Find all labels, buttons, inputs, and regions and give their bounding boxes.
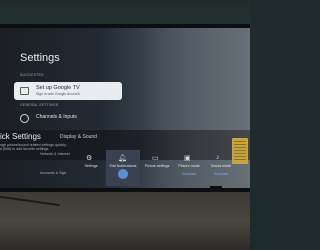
sidebar-item-channels-inputs[interactable]: Channels & Inputs [14,112,114,124]
setup-google-tv-card[interactable]: Set up Google TV Sign in with Google Acc… [14,82,122,100]
price-tag [232,138,248,164]
tag-lines [234,141,246,161]
edit-button[interactable] [118,169,128,179]
channels-label: Channels & Inputs [36,114,77,120]
setup-card-title: Set up Google TV [36,85,80,91]
section-label-suggested: SUGGESTED [20,73,44,77]
section-label-general: GENERAL SETTINGS [20,103,59,107]
tile-picture-settings[interactable]: ▭ Picture settings [140,150,174,186]
tile-edit-notifications[interactable]: 🔔︎ Edit Notifications [106,150,140,186]
setup-card-subtitle: Sign in with Google Account [36,92,80,96]
tile-label: Picture settings [144,164,170,168]
quick-settings-description: nge picture/sound related settings quick… [0,143,80,152]
tv-screen: Settings SUGGESTED Set up Google TV Sign… [0,28,250,188]
network-internet-item[interactable]: Network & Internet [40,152,70,156]
tile-value: Standard [213,172,229,176]
tile-value: Standard [181,172,197,176]
channels-icon [20,114,29,123]
tile-label: Sound mode [210,164,232,168]
sound-icon: ♪ [216,154,220,161]
tile-label: Edit Notifications [109,164,137,168]
quick-settings-title: ick Settings [0,132,41,141]
settings-title: Settings [20,52,60,64]
tv-setup-icon [20,87,29,95]
picture-icon: ▭ [152,155,159,162]
accounts-item[interactable]: Accounts & Sign [40,171,66,175]
picture-mode-icon: ▣ [184,155,191,162]
gear-icon: ⚙ [86,155,93,162]
tile-label: Settings [84,164,98,168]
tile-label: Picture mode [178,164,200,168]
quick-settings-subtitle[interactable]: Display & Sound [60,134,97,140]
tile-settings[interactable]: ⚙ Settings [74,150,108,186]
tile-picture-mode[interactable]: ▣ Picture mode Standard [172,150,206,186]
tv-photo: Settings SUGGESTED Set up Google TV Sign… [0,0,250,250]
bell-icon: 🔔︎ [118,155,127,162]
